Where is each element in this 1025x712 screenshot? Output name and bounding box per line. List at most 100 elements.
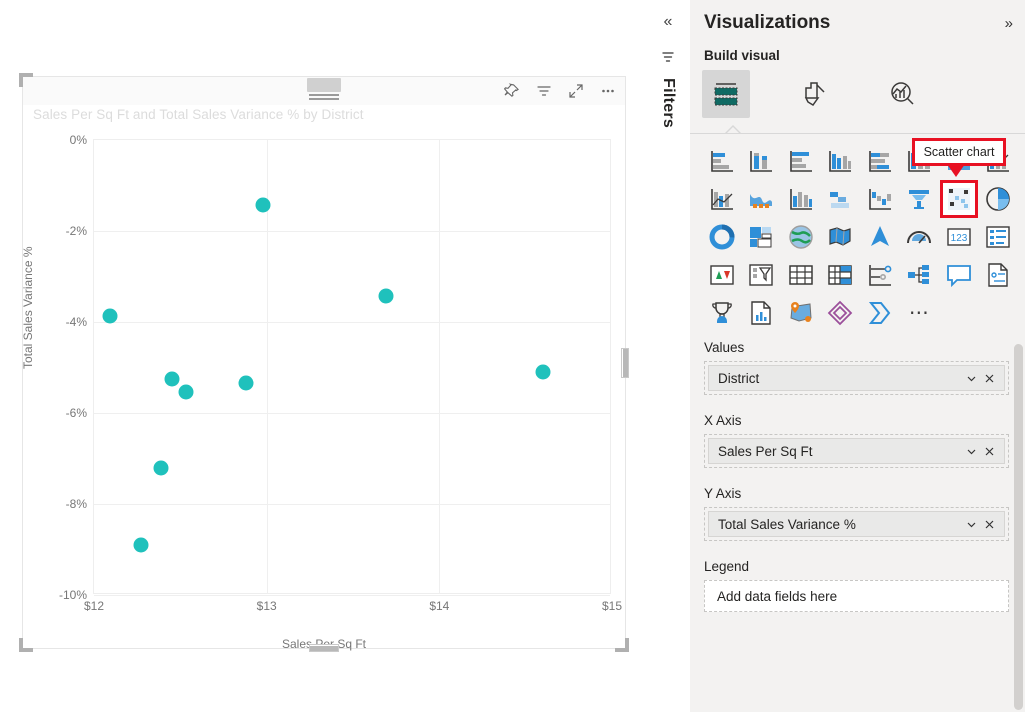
visual-drag-handle[interactable] [307,78,341,92]
pin-icon[interactable] [503,82,521,100]
field-chip[interactable]: Total Sales Variance % [708,511,1005,537]
tab-format-visual[interactable] [790,70,838,118]
waterfall-chart-icon[interactable] [863,182,897,216]
field-chip-label: District [718,371,962,386]
scatter-point[interactable] [535,365,550,380]
y-axis-title: Total Sales Variance % [21,246,35,369]
table-icon[interactable] [784,258,818,292]
remove-field-icon[interactable] [980,515,998,533]
filters-pane-collapsed[interactable]: « Filters [646,0,691,712]
visual-type-gallery: 123 ⋯ [702,142,1018,338]
key-influencers-icon[interactable] [705,296,739,330]
report-canvas[interactable]: Sales Per Sq Ft and Total Sales Variance… [0,0,645,712]
plot-area[interactable]: 0%-2%-4%-6%-8%-10%$12$13$14$15 [93,139,611,594]
stacked-column-chart-icon[interactable] [744,144,778,178]
100-stacked-bar-chart-icon[interactable] [863,144,897,178]
chevron-down-icon[interactable] [962,369,980,387]
well-dropzone-y-axis[interactable]: Total Sales Variance % [704,507,1009,541]
more-visuals-icon[interactable]: ⋯ [902,296,936,330]
scatter-chart-icon[interactable] [942,182,976,216]
narrative-icon[interactable] [981,258,1015,292]
power-apps-icon[interactable] [823,296,857,330]
decomposition-tree-icon[interactable] [902,258,936,292]
chevron-double-left-icon[interactable]: « [664,14,673,30]
field-chip[interactable]: Sales Per Sq Ft [708,438,1005,464]
resize-handle-bottom-right[interactable] [615,638,629,652]
resize-handle-bottom-left[interactable] [19,638,33,652]
donut-chart-icon[interactable] [705,220,739,254]
resize-handle-top-left[interactable] [19,73,33,87]
well-spacer [690,541,1025,559]
scatter-point[interactable] [378,289,393,304]
r-script-visual-icon[interactable] [863,258,897,292]
map-icon[interactable] [784,220,818,254]
kpi-icon[interactable] [705,258,739,292]
paginated-report-icon[interactable] [744,296,778,330]
y-axis-tick-label: -8% [66,497,87,511]
gridline-vertical [439,140,440,593]
stacked-area-chart-icon[interactable] [705,182,739,216]
well-dropzone-x-axis[interactable]: Sales Per Sq Ft [704,434,1009,468]
funnel-icon[interactable] [902,182,936,216]
clustered-bar-chart-icon[interactable] [784,144,818,178]
visual-drag-handle-bars[interactable] [309,94,339,101]
filters-pane-label[interactable]: Filters [659,78,677,128]
scatter-point[interactable] [154,460,169,475]
scatter-point[interactable] [178,384,193,399]
pane-scrollbar[interactable] [1014,344,1023,710]
y-axis-tick-label: 0% [70,133,87,147]
clustered-column-chart-icon[interactable] [823,144,857,178]
scatter-chart-tooltip: Scatter chart [912,138,1006,166]
well-label-x-axis: X Axis [704,413,1025,428]
filled-map-icon[interactable] [823,220,857,254]
filter-icon[interactable] [661,50,675,64]
field-chip-label: Sales Per Sq Ft [718,444,962,459]
filter-icon[interactable] [535,82,553,100]
stacked-bar-chart-icon[interactable] [705,144,739,178]
gridline-horizontal [94,413,610,414]
scatter-point[interactable] [133,537,148,552]
q-and-a-icon[interactable] [942,258,976,292]
scatter-chart-visual[interactable]: Sales Per Sq Ft and Total Sales Variance… [22,76,626,649]
tab-analytics[interactable] [878,70,926,118]
scatter-point[interactable] [102,308,117,323]
card-icon[interactable]: 123 [942,220,976,254]
gridline-horizontal [94,322,610,323]
line-and-clustered-column-chart-icon[interactable] [784,182,818,216]
chevron-double-right-icon[interactable]: » [1005,16,1013,31]
well-dropzone-values[interactable]: District [704,361,1009,395]
matrix-icon[interactable] [823,258,857,292]
tab-build-visual[interactable] [702,70,750,118]
well-dropzone-legend[interactable]: Add data fields here [704,580,1009,612]
focus-mode-icon[interactable] [567,82,585,100]
scatter-point[interactable] [238,376,253,391]
gridline-horizontal [94,504,610,505]
chevron-down-icon[interactable] [962,442,980,460]
multi-row-card-icon[interactable] [981,220,1015,254]
slicer-icon[interactable] [744,258,778,292]
remove-field-icon[interactable] [980,442,998,460]
chevron-down-icon[interactable] [962,515,980,533]
resize-handle-right[interactable] [621,348,629,378]
field-wells: ValuesDistrictX AxisSales Per Sq FtY Axi… [690,340,1025,712]
line-and-stacked-column-chart-icon[interactable] [744,182,778,216]
visual-toolbar [503,82,617,100]
ribbon-chart-icon[interactable] [823,182,857,216]
pie-chart-icon[interactable] [981,182,1015,216]
scatter-point[interactable] [164,371,179,386]
gauge-icon[interactable] [902,220,936,254]
more-options-icon[interactable] [599,82,617,100]
treemap-icon[interactable] [744,220,778,254]
scatter-point[interactable] [256,197,271,212]
resize-handle-bottom[interactable] [309,644,339,652]
power-automate-icon[interactable] [863,296,897,330]
remove-field-icon[interactable] [980,369,998,387]
arcgis-maps-icon[interactable] [784,296,818,330]
x-axis-tick-label: $12 [84,599,104,613]
svg-text:123: 123 [950,233,967,244]
x-axis-tick-label: $13 [257,599,277,613]
y-axis-tick-label: -6% [66,406,87,420]
well-label-legend: Legend [704,559,1025,574]
field-chip[interactable]: District [708,365,1005,391]
azure-map-icon[interactable] [863,220,897,254]
